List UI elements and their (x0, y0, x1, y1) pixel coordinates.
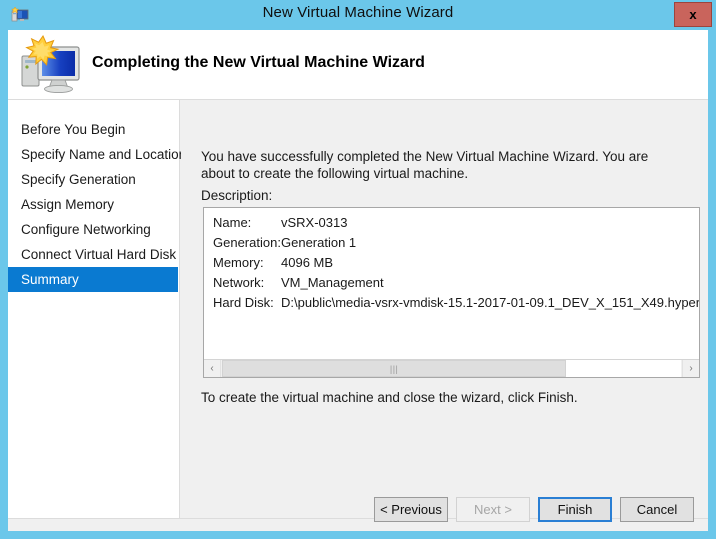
sidebar-item-specify-name-and-location[interactable]: Specify Name and Location (8, 142, 186, 167)
detail-value-network: VM_Management (281, 275, 384, 290)
detail-value-hard-disk: D:\public\media-vsrx-vmdisk-15.1-2017-01… (281, 295, 699, 310)
vm-summary-details-list: Name: vSRX-0313 Generation:Generation 1 M… (204, 213, 699, 313)
detail-row-generation: Generation:Generation 1 (204, 233, 699, 253)
detail-row-memory: Memory: 4096 MB (204, 253, 699, 273)
sidebar-item-assign-memory[interactable]: Assign Memory (8, 192, 179, 217)
sidebar-item-configure-networking[interactable]: Configure Networking (8, 217, 179, 242)
sidebar-item-summary[interactable]: Summary (8, 267, 178, 292)
detail-key-network: Network: (213, 275, 265, 290)
cancel-button[interactable]: Cancel (620, 497, 694, 522)
finish-button[interactable]: Finish (538, 497, 612, 522)
detail-row-name: Name: vSRX-0313 (204, 213, 699, 233)
scroll-left-arrow-icon[interactable]: ‹ (204, 360, 221, 377)
wizard-button-row: < Previous Next > Finish Cancel (8, 485, 708, 531)
previous-button[interactable]: < Previous (374, 497, 448, 522)
detail-key-name: Name: (213, 215, 252, 230)
detail-key-generation: Generation: (213, 235, 281, 250)
new-virtual-machine-wizard-window: New Virtual Machine Wizard x Completing … (0, 0, 716, 539)
detail-row-hard-disk: Hard Disk: D:\public\media-vsrx-vmdisk-15… (204, 293, 699, 313)
wizard-content-pane: You have successfully completed the New … (181, 100, 708, 518)
page-title: Completing the New Virtual Machine Wizar… (92, 54, 425, 71)
scrollbar-thumb[interactable]: ||| (222, 360, 567, 377)
detail-value-memory: 4096 MB (281, 255, 334, 270)
detail-key-hard-disk: Hard Disk: (213, 295, 274, 310)
detail-key-memory: Memory: (213, 255, 264, 270)
next-button: Next > (456, 497, 530, 522)
details-horizontal-scrollbar[interactable]: ‹ ||| › (204, 359, 699, 377)
wizard-client-area: Completing the New Virtual Machine Wizar… (8, 30, 708, 531)
description-label: Description: (201, 188, 273, 203)
vm-summary-details-box[interactable]: Name: vSRX-0313 Generation:Generation 1 M… (203, 207, 700, 378)
detail-row-network: Network: VM_Management (204, 273, 699, 293)
wizard-sidebar: Before You Begin Specify Name and Locati… (8, 100, 186, 518)
close-button[interactable]: x (674, 2, 712, 27)
intro-text: You have successfully completed the New … (201, 149, 649, 181)
scrollbar-track[interactable]: ||| (222, 360, 681, 377)
window-title: New Virtual Machine Wizard (262, 4, 454, 21)
detail-value-generation: Generation 1 (281, 235, 357, 250)
wizard-header: Completing the New Virtual Machine Wizar… (8, 30, 708, 100)
scroll-right-arrow-icon[interactable]: › (682, 360, 699, 377)
sidebar-item-specify-generation[interactable]: Specify Generation (8, 167, 179, 192)
sidebar-item-connect-virtual-hard-disk[interactable]: Connect Virtual Hard Disk (8, 242, 179, 267)
computer-star-icon (16, 34, 84, 96)
detail-value-name: vSRX-0313 (281, 215, 348, 230)
sidebar-item-before-you-begin[interactable]: Before You Begin (8, 117, 179, 142)
scrollbar-grip-icon: ||| (389, 364, 399, 374)
finish-hint-text: To create the virtual machine and close … (201, 390, 578, 405)
title-bar: New Virtual Machine Wizard x (0, 0, 716, 30)
